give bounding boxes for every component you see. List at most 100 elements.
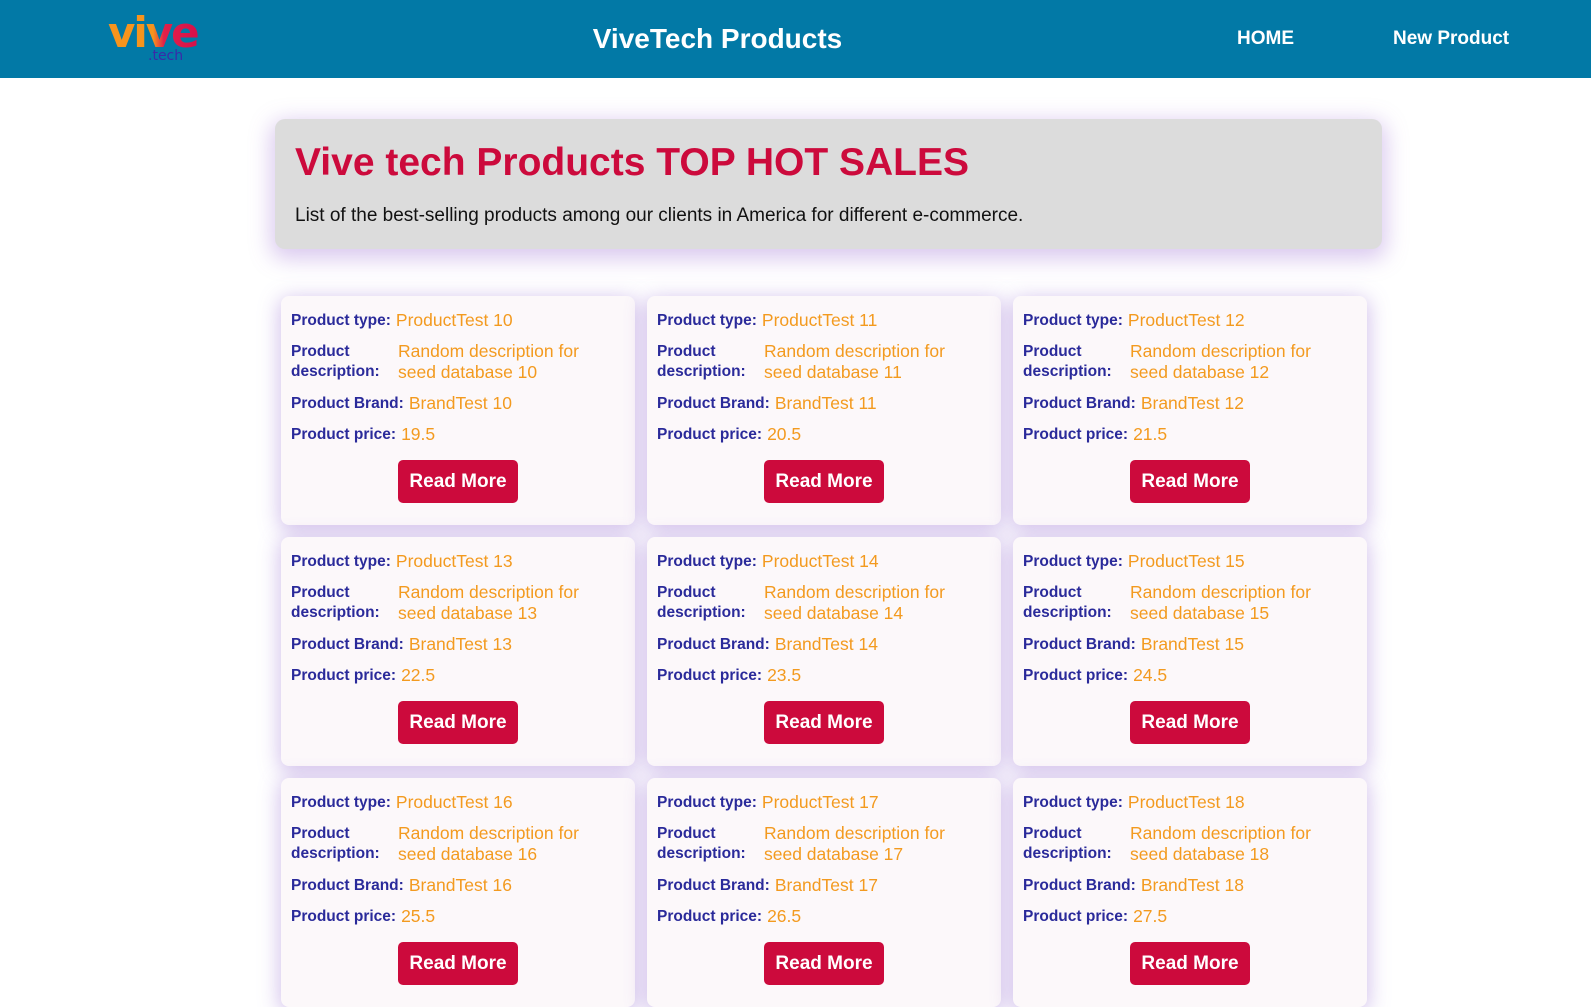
product-price-row: Product price: 20.5 (657, 424, 991, 445)
product-description-row: Product description: Random description … (657, 582, 991, 624)
read-more-button[interactable]: Read More (1130, 701, 1250, 744)
product-card: Product type: ProductTest 18 Product des… (1013, 778, 1367, 1007)
product-type-row: Product type: ProductTest 12 (1023, 310, 1357, 331)
read-more-button[interactable]: Read More (764, 942, 884, 985)
product-brand-value: BrandTest 13 (408, 634, 512, 654)
read-more-wrapper: Read More (281, 460, 635, 503)
product-description-label: Product description: (291, 584, 380, 621)
product-type-row: Product type: ProductTest 13 (291, 551, 625, 572)
product-brand-label: Product Brand: (657, 395, 770, 412)
product-brand-row: Product Brand: BrandTest 16 (291, 875, 625, 896)
read-more-button[interactable]: Read More (1130, 460, 1250, 503)
product-price-label: Product price: (657, 908, 763, 925)
product-description-label: Product description: (1023, 825, 1112, 862)
product-type-label: Product type: (1023, 553, 1123, 570)
product-description-row: Product description: Random description … (1023, 341, 1357, 383)
product-description-value: Random description for seed database 16 (398, 823, 579, 864)
product-type-row: Product type: ProductTest 11 (657, 310, 991, 331)
logo-subtext: .tech (148, 48, 183, 62)
product-brand-row: Product Brand: BrandTest 13 (291, 634, 625, 655)
read-more-button[interactable]: Read More (764, 460, 884, 503)
product-brand-value: BrandTest 15 (1140, 634, 1244, 654)
product-price-value: 20.5 (767, 424, 802, 444)
product-brand-value: BrandTest 14 (774, 634, 878, 654)
product-description-label: Product description: (291, 825, 380, 862)
product-type-value: ProductTest 15 (1127, 551, 1245, 571)
product-price-row: Product price: 27.5 (1023, 906, 1357, 927)
product-price-value: 23.5 (767, 665, 802, 685)
product-price-row: Product price: 25.5 (291, 906, 625, 927)
product-price-label: Product price: (1023, 667, 1129, 684)
product-description-label: Product description: (1023, 584, 1112, 621)
read-more-wrapper: Read More (281, 701, 635, 744)
product-brand-row: Product Brand: BrandTest 10 (291, 393, 625, 414)
product-brand-label: Product Brand: (1023, 636, 1136, 653)
product-description-row: Product description: Random description … (291, 823, 625, 865)
product-card: Product type: ProductTest 14 Product des… (647, 537, 1001, 766)
product-type-row: Product type: ProductTest 10 (291, 310, 625, 331)
vivetech-logo[interactable]: vive .tech (108, 14, 238, 62)
product-description-row: Product description: Random description … (291, 582, 625, 624)
product-brand-label: Product Brand: (1023, 395, 1136, 412)
product-description-label: Product description: (657, 343, 746, 380)
read-more-wrapper: Read More (1013, 942, 1367, 985)
read-more-button[interactable]: Read More (1130, 942, 1250, 985)
hero-title: Vive tech Products TOP HOT SALES (295, 141, 970, 184)
product-description-value: Random description for seed database 18 (1130, 823, 1311, 864)
read-more-button[interactable]: Read More (764, 701, 884, 744)
product-description-value: Random description for seed database 10 (398, 341, 579, 382)
product-description-value: Random description for seed database 13 (398, 582, 579, 623)
product-price-label: Product price: (291, 908, 397, 925)
product-brand-value: BrandTest 16 (408, 875, 512, 895)
top-navbar: vive .tech ViveTech Products HOME New Pr… (0, 0, 1591, 78)
hero-banner: Vive tech Products TOP HOT SALES List of… (275, 119, 1382, 249)
product-type-label: Product type: (291, 312, 391, 329)
product-type-value: ProductTest 17 (761, 792, 879, 812)
product-brand-value: BrandTest 10 (408, 393, 512, 413)
product-price-row: Product price: 23.5 (657, 665, 991, 686)
product-price-value: 26.5 (767, 906, 802, 926)
product-description-row: Product description: Random description … (657, 341, 991, 383)
product-brand-value: BrandTest 17 (774, 875, 878, 895)
read-more-button[interactable]: Read More (398, 701, 518, 744)
read-more-wrapper: Read More (281, 942, 635, 985)
product-brand-value: BrandTest 12 (1140, 393, 1244, 413)
product-description-row: Product description: Random description … (1023, 582, 1357, 624)
nav-new-product-link[interactable]: New Product (1393, 0, 1509, 78)
product-card: Product type: ProductTest 13 Product des… (281, 537, 635, 766)
read-more-button[interactable]: Read More (398, 460, 518, 503)
product-price-value: 27.5 (1133, 906, 1168, 926)
product-brand-row: Product Brand: BrandTest 15 (1023, 634, 1357, 655)
nav-home-link[interactable]: HOME (1237, 0, 1294, 78)
product-type-value: ProductTest 11 (761, 310, 878, 330)
product-type-value: ProductTest 16 (395, 792, 513, 812)
product-card: Product type: ProductTest 16 Product des… (281, 778, 635, 1007)
product-type-row: Product type: ProductTest 15 (1023, 551, 1357, 572)
product-brand-label: Product Brand: (1023, 877, 1136, 894)
product-type-value: ProductTest 12 (1127, 310, 1245, 330)
hero-subtitle: List of the best-selling products among … (295, 205, 1024, 226)
product-description-value: Random description for seed database 14 (764, 582, 945, 623)
product-grid: Product type: ProductTest 10 Product des… (281, 296, 1369, 1007)
product-type-label: Product type: (1023, 794, 1123, 811)
product-description-value: Random description for seed database 15 (1130, 582, 1311, 623)
product-price-value: 21.5 (1133, 424, 1168, 444)
product-brand-label: Product Brand: (657, 877, 770, 894)
product-type-label: Product type: (291, 794, 391, 811)
product-price-row: Product price: 19.5 (291, 424, 625, 445)
product-price-value: 25.5 (401, 906, 436, 926)
product-price-label: Product price: (1023, 908, 1129, 925)
product-description-label: Product description: (291, 343, 380, 380)
product-price-row: Product price: 21.5 (1023, 424, 1357, 445)
product-description-label: Product description: (657, 825, 746, 862)
product-price-label: Product price: (657, 426, 763, 443)
read-more-wrapper: Read More (647, 460, 1001, 503)
product-type-label: Product type: (1023, 312, 1123, 329)
product-type-value: ProductTest 10 (395, 310, 513, 330)
product-description-row: Product description: Random description … (291, 341, 625, 383)
read-more-button[interactable]: Read More (398, 942, 518, 985)
product-brand-value: BrandTest 11 (774, 393, 877, 413)
product-type-row: Product type: ProductTest 14 (657, 551, 991, 572)
product-type-label: Product type: (657, 553, 757, 570)
product-card: Product type: ProductTest 10 Product des… (281, 296, 635, 525)
